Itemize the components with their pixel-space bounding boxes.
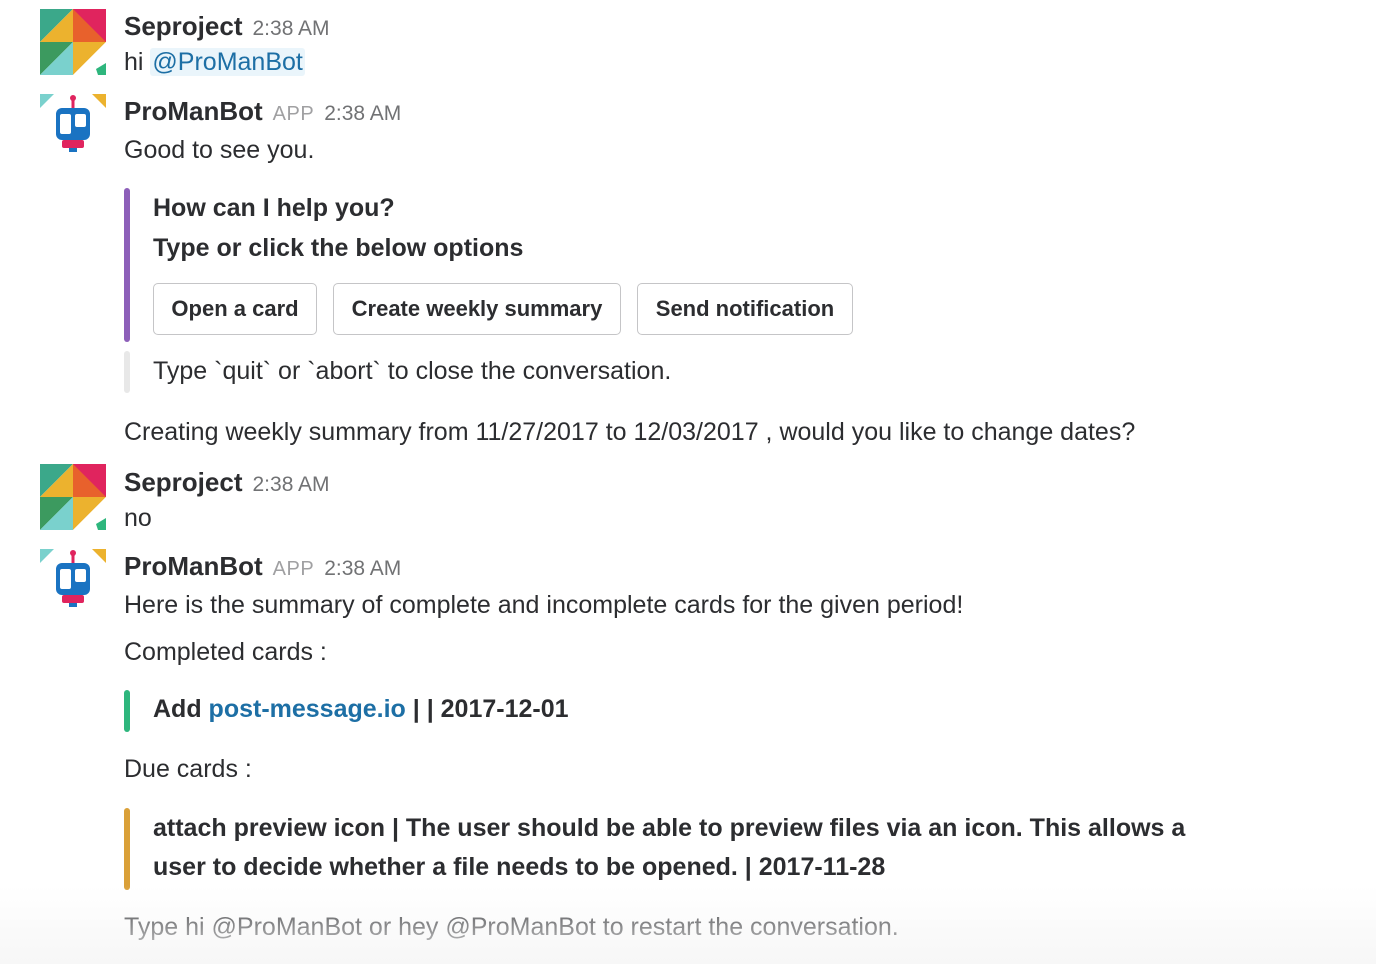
author-name[interactable]: ProManBot	[124, 96, 263, 126]
open-card-button[interactable]: Open a card	[153, 283, 317, 335]
message-text: Good to see you.	[124, 136, 315, 164]
due-card-accent-bar	[124, 808, 130, 890]
due-card-line-1: attach preview icon | The user should be…	[153, 814, 1186, 842]
app-badge: APP	[272, 103, 315, 125]
author-name[interactable]: ProManBot	[124, 551, 263, 581]
completed-cards-label: Completed cards :	[124, 638, 327, 666]
seproject-avatar-icon[interactable]	[40, 464, 106, 530]
message-header: ProManBot APP 2:38 AM	[124, 551, 401, 582]
completed-card-suffix: | | 2017-12-01	[405, 695, 569, 723]
footer-accent-bar	[124, 351, 130, 393]
message-text: hi @ProManBot	[124, 48, 305, 77]
message-header: Seproject 2:38 AM	[124, 11, 330, 42]
timestamp[interactable]: 2:38 AM	[324, 102, 401, 125]
completed-card-accent-bar	[124, 690, 130, 732]
restart-hint-text: Type hi @ProManBot or hey @ProManBot to …	[124, 913, 899, 941]
promanbot-avatar-icon[interactable]	[40, 94, 106, 160]
message-header: Seproject 2:38 AM	[124, 467, 330, 498]
completed-card-link[interactable]: post-message.io	[209, 695, 406, 723]
timestamp[interactable]: 2:38 AM	[324, 557, 401, 580]
message-text-prefix: hi	[124, 48, 151, 76]
send-notification-button[interactable]: Send notification	[637, 283, 853, 335]
author-name[interactable]: Seproject	[124, 11, 243, 41]
attachment-subtitle: Type or click the below options	[153, 234, 524, 262]
promanbot-avatar-icon[interactable]	[40, 549, 106, 615]
timestamp[interactable]: 2:38 AM	[253, 473, 330, 496]
create-weekly-summary-button[interactable]: Create weekly summary	[333, 283, 621, 335]
footer-attachment-text: Type `quit` or `abort` to close the conv…	[153, 357, 672, 385]
due-card-line-2: user to decide whether a file needs to b…	[153, 853, 886, 881]
message-text: no	[124, 504, 152, 532]
mention-link[interactable]: @ProManBot	[150, 48, 305, 76]
author-name[interactable]: Seproject	[124, 467, 243, 497]
due-cards-label: Due cards :	[124, 755, 252, 783]
attachment-title: How can I help you?	[153, 194, 395, 222]
completed-card: Add post-message.io | | 2017-12-01	[153, 695, 569, 724]
timestamp[interactable]: 2:38 AM	[253, 17, 330, 40]
message-text: Here is the summary of complete and inco…	[124, 591, 964, 619]
attachment-accent-bar	[124, 188, 130, 342]
completed-card-prefix: Add	[153, 695, 209, 723]
app-badge: APP	[272, 558, 315, 580]
seproject-avatar-icon[interactable]	[40, 9, 106, 75]
followup-text: Creating weekly summary from 11/27/2017 …	[124, 418, 1136, 446]
message-header: ProManBot APP 2:38 AM	[124, 96, 401, 127]
